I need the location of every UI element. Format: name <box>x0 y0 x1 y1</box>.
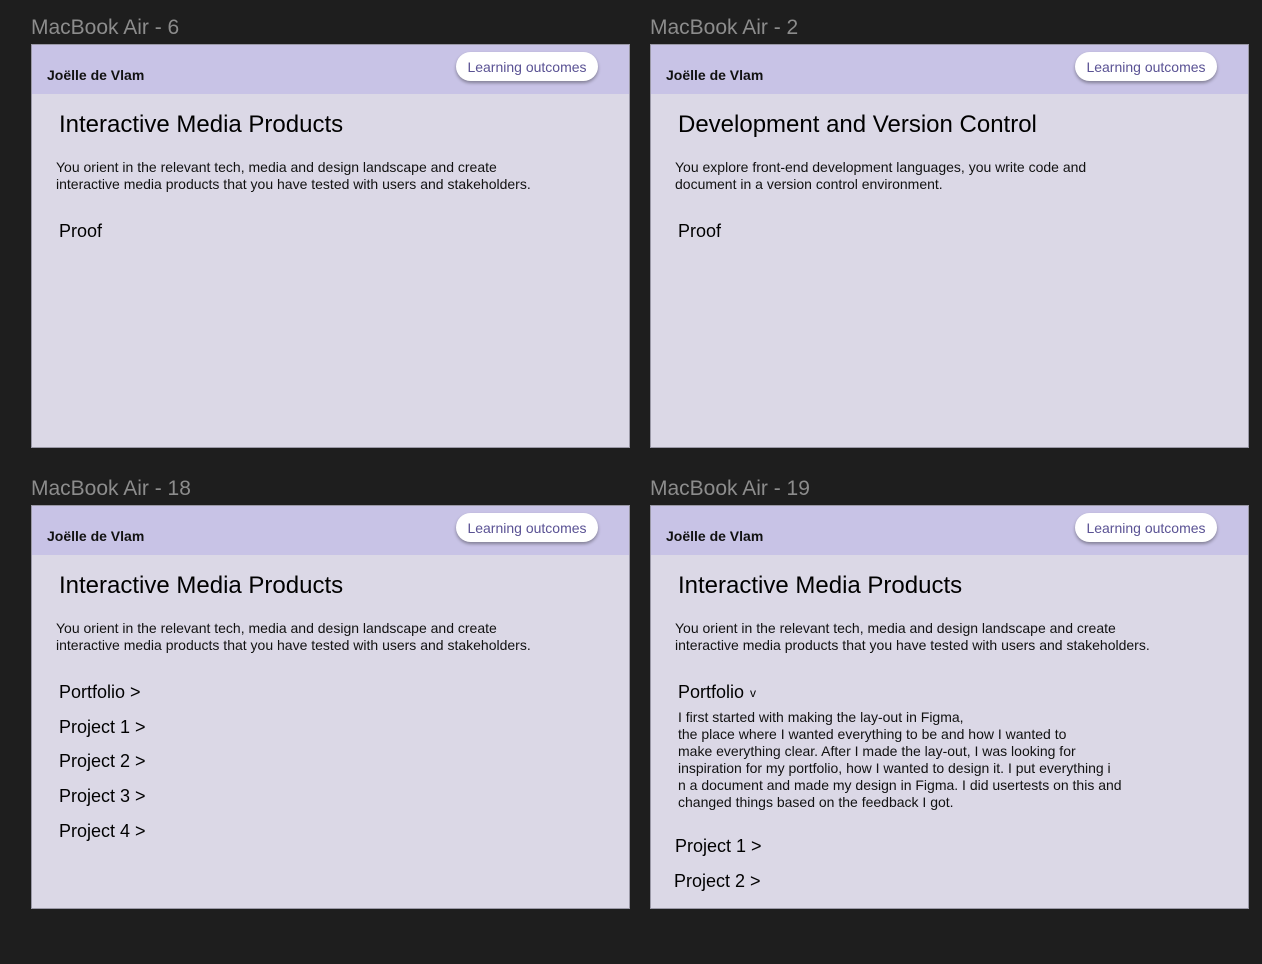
portfolio-link[interactable]: Portfolio > <box>59 682 141 703</box>
page-title: Interactive Media Products <box>678 572 963 599</box>
learning-outcomes-button[interactable]: Learning outcomes <box>456 52 598 81</box>
proof-heading: Proof <box>59 221 103 241</box>
portfolio-toggle[interactable]: Portfolio v <box>678 682 756 703</box>
frame-macbook-air-19[interactable]: Joëlle de Vlam Learning outcomes Interac… <box>650 505 1249 909</box>
site-header: Joëlle de Vlam Learning outcomes <box>651 45 1248 94</box>
frame-label[interactable]: MacBook Air - 18 <box>31 477 191 501</box>
page-title: Interactive Media Products <box>59 572 344 599</box>
portfolio-description: I first started with making the lay-out … <box>678 709 1122 810</box>
page-description: You orient in the relevant tech, media a… <box>56 620 531 653</box>
frame-label[interactable]: MacBook Air - 2 <box>650 16 798 40</box>
author-name: Joëlle de Vlam <box>666 67 764 83</box>
portfolio-label: Portfolio <box>678 682 745 702</box>
project-4-link[interactable]: Project 4 > <box>59 821 146 842</box>
chevron-down-icon: v <box>750 686 757 700</box>
frame-label[interactable]: MacBook Air - 6 <box>31 16 179 40</box>
project-2-link[interactable]: Project 2 > <box>674 871 761 892</box>
design-canvas: MacBook Air - 6 Joëlle de Vlam Learning … <box>0 0 1262 964</box>
frame-macbook-air-2[interactable]: Joëlle de Vlam Learning outcomes Develop… <box>650 44 1249 448</box>
project-3-link[interactable]: Project 3 > <box>59 786 146 807</box>
site-header: Joëlle de Vlam Learning outcomes <box>32 45 629 94</box>
author-name: Joëlle de Vlam <box>666 528 764 544</box>
page-title: Interactive Media Products <box>59 111 344 138</box>
learning-outcomes-button[interactable]: Learning outcomes <box>1075 513 1217 542</box>
author-name: Joëlle de Vlam <box>47 528 145 544</box>
project-1-link[interactable]: Project 1 > <box>59 717 146 738</box>
project-2-link[interactable]: Project 2 > <box>59 751 146 772</box>
learning-outcomes-button[interactable]: Learning outcomes <box>1075 52 1217 81</box>
author-name: Joëlle de Vlam <box>47 67 145 83</box>
page-description: You orient in the relevant tech, media a… <box>56 159 531 192</box>
page-description: You explore front-end development langua… <box>675 159 1087 192</box>
frame-label[interactable]: MacBook Air - 19 <box>650 477 810 501</box>
page-description: You orient in the relevant tech, media a… <box>675 620 1150 653</box>
learning-outcomes-button[interactable]: Learning outcomes <box>456 513 598 542</box>
frame-macbook-air-18[interactable]: Joëlle de Vlam Learning outcomes Interac… <box>31 505 630 909</box>
project-1-link[interactable]: Project 1 > <box>675 836 762 857</box>
site-header: Joëlle de Vlam Learning outcomes <box>32 506 629 555</box>
page-title: Development and Version Control <box>678 111 1037 138</box>
proof-heading: Proof <box>678 221 722 241</box>
site-header: Joëlle de Vlam Learning outcomes <box>651 506 1248 555</box>
frame-macbook-air-6[interactable]: Joëlle de Vlam Learning outcomes Interac… <box>31 44 630 448</box>
